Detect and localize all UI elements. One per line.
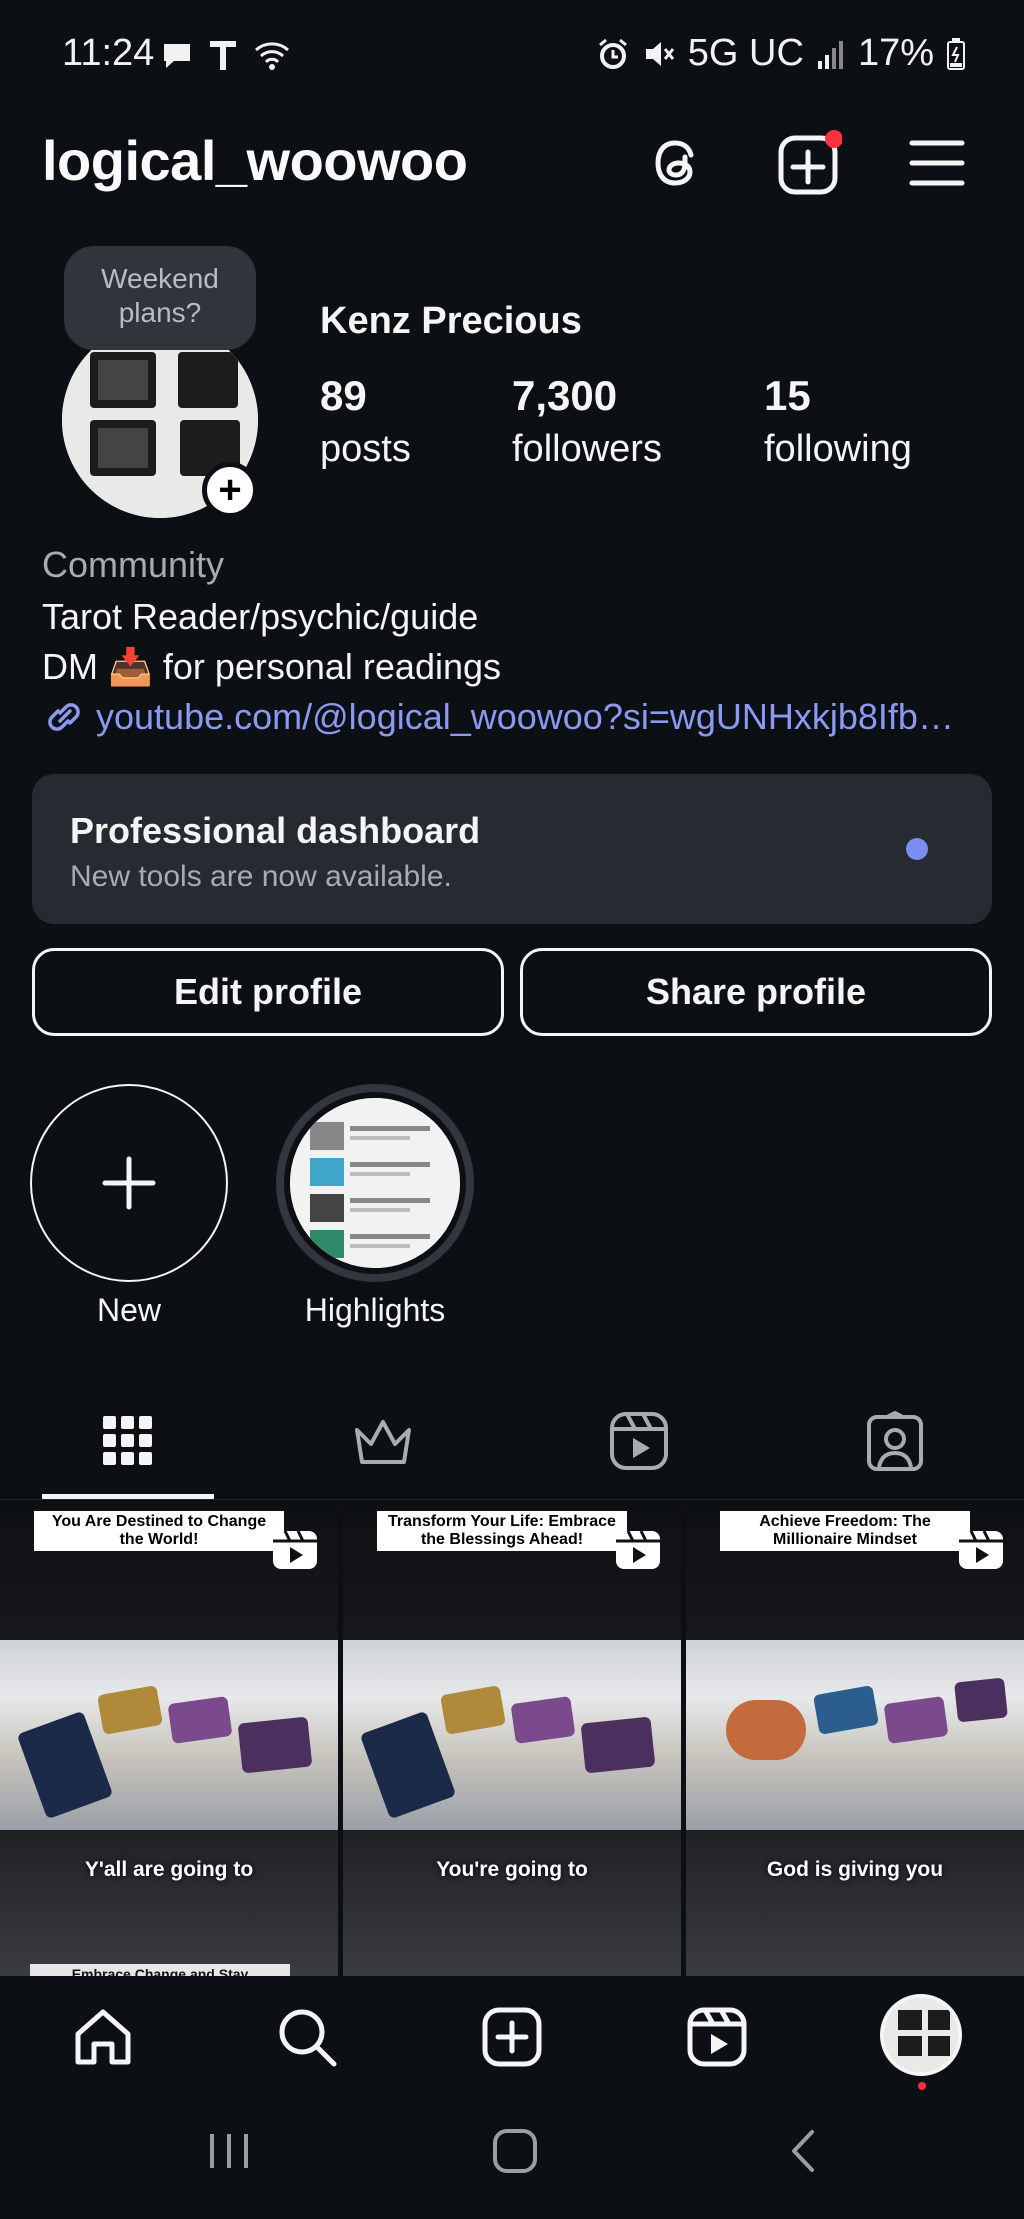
- highlight-item[interactable]: [276, 1084, 474, 1282]
- tagged-icon[interactable]: [860, 1406, 930, 1476]
- new-highlight-button[interactable]: [30, 1084, 228, 1282]
- active-tab-indicator: [42, 1494, 214, 1499]
- profile-tabs: [0, 1380, 1024, 1500]
- grid-icon[interactable]: [93, 1406, 163, 1476]
- post-tile[interactable]: Achieve Freedom: The Millionaire Mindset…: [686, 1508, 1024, 1976]
- display-name: Kenz Precious: [320, 300, 582, 342]
- post-caption: God is giving you: [766, 1858, 944, 1881]
- battery-icon: [947, 37, 965, 70]
- reels-icon[interactable]: [604, 1406, 674, 1476]
- add-story-plus-icon[interactable]: +: [202, 462, 258, 518]
- bio-category: Community: [42, 544, 225, 585]
- reels-icon[interactable]: [682, 2002, 752, 2072]
- wifi-call-icon: [255, 42, 289, 70]
- posts-label: posts: [320, 428, 411, 470]
- post-caption: Y'all are going to: [84, 1858, 254, 1881]
- post-peek-title: Embrace Change and Stay: [30, 1964, 290, 1976]
- followers-label[interactable]: followers: [512, 428, 662, 471]
- dashboard-title: Professional dashboard: [70, 810, 481, 851]
- search-icon[interactable]: [272, 2002, 342, 2072]
- mute-icon: [645, 41, 674, 66]
- post-title: Transform Your Life: Embrace the Blessin…: [377, 1511, 627, 1551]
- professional-dashboard[interactable]: Professional dashboard New tools are now…: [32, 774, 992, 924]
- menu-icon[interactable]: [902, 128, 972, 198]
- system-nav: [0, 2106, 1024, 2219]
- post-caption: You're going to: [436, 1858, 588, 1881]
- link-icon: [48, 703, 80, 731]
- dashboard-new-dot: [906, 838, 928, 860]
- note-bubble[interactable]: Weekend plans?: [64, 246, 256, 350]
- status-left-icons: [160, 38, 292, 72]
- bio-link-text[interactable]: youtube.com/@logical_woowoo?si=wgUNHxkjb…: [96, 696, 954, 738]
- status-time: 11:24: [62, 32, 155, 74]
- t-mobile-icon: [210, 41, 236, 70]
- profile-username[interactable]: logical_woowoo: [42, 128, 468, 193]
- threads-icon[interactable]: [644, 128, 714, 198]
- alarm-icon: [598, 38, 627, 69]
- create-icon[interactable]: [774, 128, 844, 198]
- posts-count: 89: [320, 372, 367, 419]
- reel-icon: [273, 1530, 317, 1569]
- followers-count[interactable]: 7,300: [512, 372, 617, 420]
- posts-grid: You Are Destined to Change the World! Y'…: [0, 1508, 1024, 1976]
- edit-profile-button[interactable]: Edit profile: [32, 948, 504, 1036]
- dashboard-subtitle: New tools are now available.: [70, 860, 452, 893]
- signal-icon: [817, 40, 843, 69]
- chat-bubble-icon: [164, 44, 190, 68]
- bottom-nav: [0, 1976, 1024, 2106]
- recents-icon[interactable]: [204, 2126, 254, 2176]
- bio-line: Tarot Reader/psychic/guide: [42, 596, 479, 637]
- reel-icon: [959, 1530, 1003, 1569]
- reel-icon: [616, 1530, 660, 1569]
- post-tile[interactable]: You Are Destined to Change the World! Y'…: [0, 1508, 338, 1976]
- battery-percent: 17%: [857, 32, 934, 74]
- highlight-thumbnail: [290, 1098, 460, 1268]
- back-icon[interactable]: [780, 2126, 830, 2176]
- network-label: 5G UC: [687, 32, 804, 74]
- crown-icon[interactable]: [348, 1406, 418, 1476]
- post-title: Achieve Freedom: The Millionaire Mindset: [720, 1511, 970, 1551]
- highlight-label: Highlights: [304, 1292, 446, 1328]
- home-button-icon[interactable]: [490, 2126, 540, 2176]
- profile-avatar[interactable]: [880, 1994, 962, 2076]
- highlight-label: New: [96, 1292, 161, 1328]
- bio-link[interactable]: youtube.com/@logical_woowoo?si=wgUNHxkjb…: [42, 696, 954, 738]
- post-title: You Are Destined to Change the World!: [34, 1511, 284, 1551]
- status-bar: 11:24 5G UC 17%: [0, 0, 1024, 110]
- home-icon[interactable]: [68, 2002, 138, 2072]
- notification-dot: [918, 2082, 926, 2090]
- bio-line: DM 📥 for personal readings: [42, 646, 502, 687]
- post-tile[interactable]: Transform Your Life: Embrace the Blessin…: [343, 1508, 681, 1976]
- status-right: 5G UC 17%: [596, 32, 966, 75]
- share-profile-button[interactable]: Share profile: [520, 948, 992, 1036]
- following-label[interactable]: following: [764, 428, 912, 471]
- following-count[interactable]: 15: [764, 372, 811, 420]
- plus-icon: [102, 1156, 156, 1210]
- create-icon[interactable]: [477, 2002, 547, 2072]
